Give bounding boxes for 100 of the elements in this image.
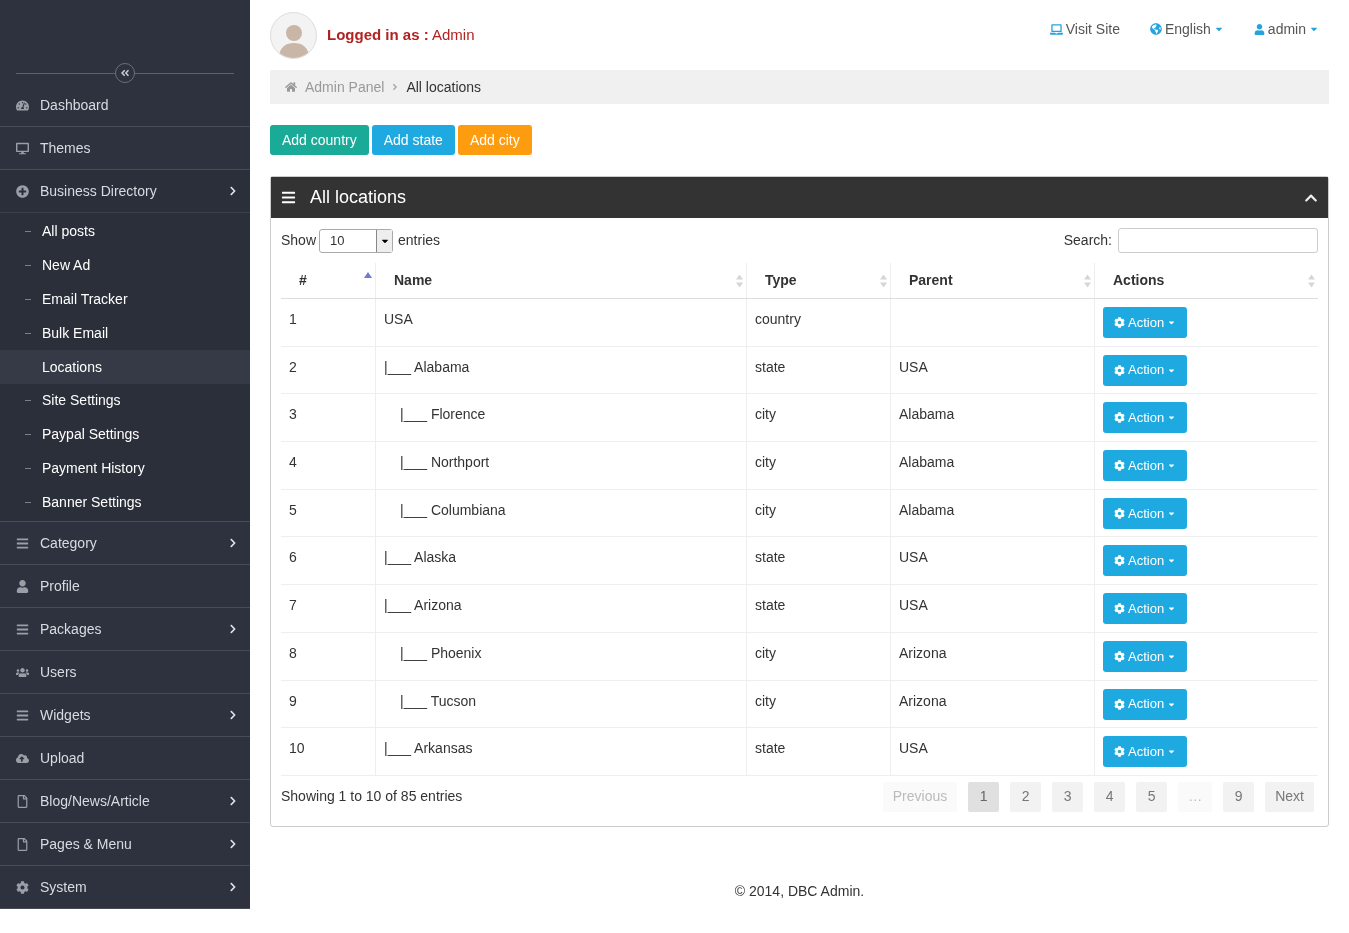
table-cell: state	[747, 585, 891, 632]
sidebar-item[interactable]: Users	[0, 651, 250, 694]
table-cell: country	[747, 299, 891, 346]
sidebar-subitem[interactable]: New Ad	[0, 248, 250, 283]
breadcrumb-link[interactable]: All locations	[406, 76, 482, 98]
sidebar-subitem[interactable]: Site Settings	[0, 384, 250, 418]
dash-icon	[25, 265, 31, 267]
logged-in-text: Logged in as : Admin	[327, 24, 475, 45]
header-link[interactable]: admin	[1253, 18, 1319, 40]
sidebar-item[interactable]: Upload	[0, 737, 250, 780]
gear-icon	[1114, 364, 1125, 376]
table-cell: 4	[281, 442, 376, 489]
header-link[interactable]: English	[1149, 18, 1224, 40]
table-cell: 1	[281, 299, 376, 346]
table-cell: |___ Columbiana	[376, 489, 747, 537]
show-label: Show	[281, 231, 317, 250]
user-icon	[1253, 23, 1265, 35]
search-field[interactable]	[1118, 228, 1318, 253]
table-cell: USA	[891, 728, 1095, 775]
monitor-icon	[16, 141, 29, 155]
table-cell: Arizona	[891, 632, 1095, 680]
list-icon	[16, 708, 29, 722]
sidebar-item[interactable]: Dashboard	[0, 84, 250, 126]
avatar	[270, 11, 317, 59]
dash-icon	[25, 299, 31, 300]
table-cell: city	[747, 489, 891, 537]
table-cell: |___ Alaska	[376, 537, 747, 585]
table-cell: 8	[281, 632, 376, 680]
pagination-button[interactable]: 4	[1094, 781, 1126, 812]
column-header[interactable]: Parent	[891, 263, 1095, 298]
pagination-button[interactable]: Next	[1265, 781, 1314, 812]
sidebar-item[interactable]: Profile	[0, 565, 250, 608]
list-icon	[16, 622, 29, 636]
double-chevron-left-icon	[120, 68, 130, 78]
users-icon	[16, 665, 29, 679]
table-cell: 6	[281, 537, 376, 585]
chevron-right-icon	[228, 882, 238, 893]
dash-icon	[25, 467, 31, 469]
table-cell: Alabama	[891, 394, 1095, 442]
list-icon	[16, 536, 29, 550]
gear-icon	[1114, 507, 1125, 519]
sidebar-subitem[interactable]: Payment History	[0, 451, 250, 486]
table-cell: Alabama	[891, 442, 1095, 489]
table-cell: 7	[281, 585, 376, 632]
table-cell: Arizona	[891, 680, 1095, 728]
globe-icon	[1149, 23, 1162, 35]
sidebar-subitem[interactable]: Paypal Settings	[0, 417, 250, 452]
table-cell: 9	[281, 680, 376, 728]
sidebar-item[interactable]: Themes	[0, 127, 250, 169]
table-cell: |___ Alabama	[376, 346, 747, 394]
table-cell: state	[747, 537, 891, 585]
pagination-button[interactable]: 2	[1010, 781, 1042, 812]
sidebar-item[interactable]: Blog/News/Article	[0, 780, 250, 823]
column-header[interactable]: Name	[376, 263, 747, 298]
table-cell: |___ Florence	[376, 394, 747, 442]
sidebar-item[interactable]: System	[0, 866, 250, 909]
user-icon	[16, 579, 29, 593]
sort-icon	[1084, 274, 1091, 287]
pagination-button[interactable]: 9	[1223, 781, 1255, 812]
panel-header: All locations	[271, 177, 1328, 218]
column-header[interactable]: Actions	[1095, 263, 1318, 298]
gear-icon	[1114, 460, 1125, 472]
chevron-right-icon	[228, 624, 238, 635]
gear-icon	[1114, 746, 1125, 758]
table-cell: USA	[891, 585, 1095, 632]
chevron-right-icon	[228, 796, 238, 807]
collapse-sidebar-button[interactable]	[115, 63, 135, 83]
menu-icon	[281, 190, 296, 205]
table-cell: 3	[281, 394, 376, 442]
sidebar-subitem[interactable]: Banner Settings	[0, 485, 250, 520]
sidebar-item[interactable]: Pages & Menu	[0, 823, 250, 866]
pagination-button[interactable]: 1	[968, 781, 1000, 812]
footer-text: © 2014, DBC Admin.	[733, 881, 866, 901]
page-size-select[interactable]: 10	[319, 228, 394, 253]
sidebar-subitem[interactable]: Email Tracker	[0, 282, 250, 317]
pagination-button[interactable]: 3	[1052, 781, 1084, 812]
sidebar-subitem[interactable]: Locations	[0, 350, 250, 384]
column-header[interactable]: #	[281, 263, 376, 298]
gear-icon	[1114, 412, 1125, 424]
sidebar-item[interactable]: Category	[0, 522, 250, 565]
sidebar-item[interactable]: Business Directory	[0, 170, 250, 212]
gear-icon	[1114, 603, 1125, 615]
sidebar-item[interactable]: Widgets	[0, 694, 250, 737]
header-link[interactable]: Visit Site	[1049, 18, 1120, 40]
table-cell: USA	[891, 346, 1095, 394]
sidebar-item[interactable]: Packages	[0, 608, 250, 651]
pagination-button[interactable]: 5	[1136, 781, 1168, 812]
column-header[interactable]: Type	[747, 263, 891, 298]
chevron-right-icon	[228, 186, 238, 196]
table-cell: 10	[281, 728, 376, 775]
sidebar-subitem[interactable]: Bulk Email	[0, 316, 250, 351]
table-cell: city	[747, 394, 891, 442]
gear-icon	[16, 880, 29, 894]
sort-icon	[1308, 274, 1315, 287]
sidebar-subitem[interactable]: All posts	[0, 215, 250, 249]
table-cell: city	[747, 632, 891, 680]
table-cell: state	[747, 728, 891, 775]
sort-ascending-icon	[364, 272, 372, 278]
gear-icon	[1114, 317, 1125, 328]
table-cell: 5	[281, 489, 376, 537]
